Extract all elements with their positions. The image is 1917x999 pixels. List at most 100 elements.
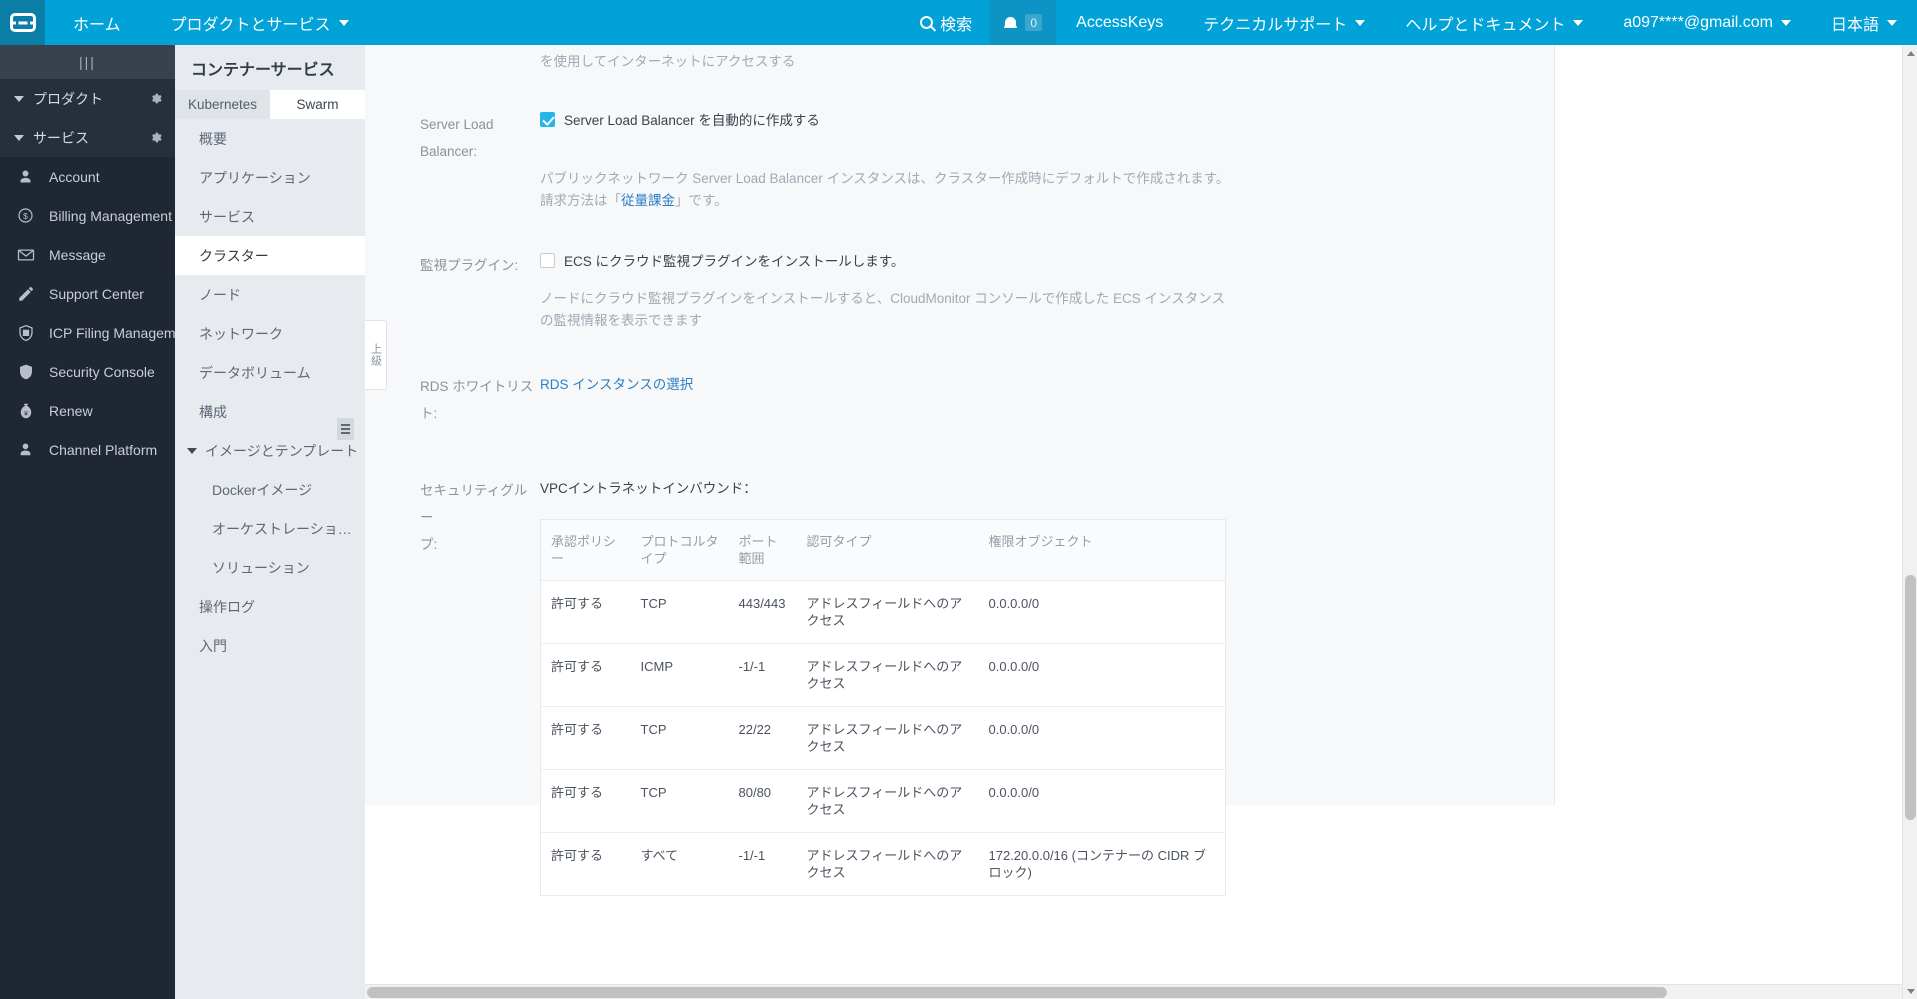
sidebar-item-icp-filing-management[interactable]: ICP Filing Managem… (0, 313, 175, 352)
subnav-item-networks[interactable]: ネットワーク (175, 314, 365, 353)
select-rds-instance-link[interactable]: RDS インスタンスの選択 (540, 371, 1554, 398)
sg-label-line1: セキュリティグルー (420, 483, 528, 525)
col-header-port-range: ポート範囲 (728, 519, 797, 581)
gear-icon[interactable] (149, 92, 162, 105)
monitor-help-text: ノードにクラウド監視プラグインをインストールすると、CloudMonitor コ… (540, 291, 1225, 328)
cell-protocol: TCP (630, 769, 729, 833)
chevron-down-icon (1887, 19, 1897, 26)
gear-icon[interactable] (149, 131, 162, 144)
slb-label: Server Load Balancer: (420, 109, 540, 212)
subnav-item-label: ネットワーク (199, 325, 283, 342)
chevron-down-icon (338, 19, 349, 26)
account-email-label: a097****@gmail.com (1623, 13, 1773, 31)
security-group-label: セキュリティグルー プ: (420, 475, 540, 896)
alibaba-cloud-logo[interactable] (0, 0, 45, 45)
subnav-collapse-toggle[interactable] (337, 418, 354, 440)
sidebar-item-support-center[interactable]: Support Center (0, 274, 175, 313)
sidebar-item-security-console[interactable]: Security Console (0, 352, 175, 391)
sidebar-item-message[interactable]: Message (0, 235, 175, 274)
shield-icon (16, 362, 35, 381)
nav-home[interactable]: ホーム (45, 0, 151, 45)
nav-technical-support-label: テクニカルサポート (1203, 16, 1348, 34)
table-header-row: 承認ポリシー プロトコルタイプ ポート範囲 認可タイプ 権限オブジェクト (540, 519, 1226, 581)
table-header: 承認ポリシー プロトコルタイプ ポート範囲 認可タイプ 権限オブジェクト (540, 519, 1226, 581)
main-content: を使用してインターネットにアクセスする Server Load Balancer… (365, 45, 1917, 999)
table-body: 許可する TCP 443/443 アドレスフィールドへのアクセス 0.0.0.0… (540, 580, 1226, 896)
nav-access-keys[interactable]: AccessKeys (1056, 0, 1183, 45)
install-cloud-monitor-checkbox[interactable] (540, 252, 555, 268)
sidebar-handle-label: ||| (79, 54, 96, 70)
sidebar-item-renew[interactable]: ¥ Renew (0, 391, 175, 430)
sidebar-group-services-label: サービス (33, 129, 89, 146)
nav-products-and-services[interactable]: プロダクトとサービス (151, 0, 369, 45)
table-row: 許可する TCP 443/443 アドレスフィールドへのアクセス 0.0.0.0… (540, 580, 1226, 644)
tab-swarm[interactable]: Swarm (270, 90, 365, 119)
cell-auth-object: 172.20.0.0/16 (コンテナーの CIDR ブロック) (988, 848, 1206, 880)
cell-auth-object: 0.0.0.0/0 (978, 706, 1226, 770)
subnav-item-getting-started[interactable]: 入門 (175, 626, 365, 665)
col-header-policy: 承認ポリシー (540, 519, 631, 581)
cell-auth-type: アドレスフィールドへのアクセス (796, 706, 979, 770)
subnav-item-label: アプリケーション (199, 169, 311, 186)
subnav-item-label: Dockerイメージ (212, 481, 313, 498)
horizontal-scrollbar[interactable] (365, 984, 1902, 999)
sidebar-item-label: Account (49, 168, 100, 185)
slb-help-text: パブリックネットワーク Server Load Balancer インスタンスは… (540, 168, 1230, 212)
pay-as-you-go-link[interactable]: 従量課金 (621, 193, 675, 208)
subnav-item-solutions[interactable]: ソリューション (175, 548, 365, 587)
shield-seal-icon (16, 323, 35, 342)
nav-account-menu[interactable]: a097****@gmail.com (1603, 0, 1811, 45)
nav-language-selector[interactable]: 日本語 (1811, 0, 1917, 45)
subnav-item-applications[interactable]: アプリケーション (175, 158, 365, 197)
subnav-item-nodes[interactable]: ノード (175, 275, 365, 314)
subnav-item-clusters[interactable]: クラスター (175, 236, 365, 275)
form-row-partial-top: を使用してインターネットにアクセスする (365, 45, 1554, 73)
sidebar-item-channel-platform[interactable]: Channel Platform (0, 430, 175, 469)
cell-auth-object: 0.0.0.0/0 (978, 769, 1226, 833)
subnav-item-label: サービス (199, 208, 255, 225)
cell-port-range: 443/443 (728, 580, 797, 644)
caret-down-icon (1906, 988, 1915, 994)
sidebar-item-account[interactable]: Account (0, 157, 175, 196)
form-row-server-load-balancer: Server Load Balancer: Server Load Balanc… (365, 73, 1554, 212)
form-row-monitoring-plugin: 監視プラグイン: ECS にクラウド監視プラグインをインストールします。 ノード… (365, 212, 1554, 332)
cell-port-range: 22/22 (728, 706, 797, 770)
subnav-item-services[interactable]: サービス (175, 197, 365, 236)
subnav-item-data-volumes[interactable]: データボリューム (175, 353, 365, 392)
slb-label-line2: Balancer: (420, 144, 478, 159)
sidebar-group-services[interactable]: サービス (0, 118, 175, 157)
cell-auth-object: 0.0.0.0/0 (978, 580, 1226, 644)
cell-port-range: 80/80 (728, 769, 797, 833)
svg-text:$: $ (23, 211, 28, 221)
notifications-button[interactable]: 0 (990, 0, 1057, 45)
nav-technical-support[interactable]: テクニカルサポート (1183, 0, 1385, 45)
nav-help-and-documents[interactable]: ヘルプとドキュメント (1385, 0, 1603, 45)
sidebar-item-billing-management[interactable]: $ Billing Management (0, 196, 175, 235)
vertical-scroll-thumb[interactable] (1905, 575, 1916, 820)
scroll-down-button[interactable] (1903, 983, 1917, 999)
sidebar-group-products[interactable]: プロダクト (0, 79, 175, 118)
sidebar-collapse-handle[interactable]: ||| (0, 45, 175, 79)
subnav-item-overview[interactable]: 概要 (175, 119, 365, 158)
slb-auto-create-checkbox[interactable] (540, 111, 555, 127)
search-button[interactable]: 検索 (902, 11, 990, 35)
vertical-scrollbar[interactable] (1902, 45, 1917, 999)
tab-kubernetes[interactable]: Kubernetes (175, 90, 270, 119)
monitor-checkbox-row: ECS にクラウド監視プラグインをインストールします。 (540, 250, 1554, 270)
slb-label-line1: Server Load (420, 117, 494, 132)
cell-policy: 許可する (540, 643, 631, 707)
monitor-checkbox-label: ECS にクラウド監視プラグインをインストールします。 (564, 254, 905, 269)
scroll-up-button[interactable] (1903, 45, 1917, 61)
cell-auth-type: アドレスフィールドへのアクセス (796, 580, 979, 644)
subnav-item-operation-logs[interactable]: 操作ログ (175, 587, 365, 626)
advanced-settings-tab[interactable]: 上級 (365, 320, 387, 390)
table-row: 許可する TCP 22/22 アドレスフィールドへのアクセス 0.0.0.0/0 (540, 706, 1226, 770)
horizontal-scroll-thumb[interactable] (367, 987, 1667, 998)
subnav-item-docker-images[interactable]: Dockerイメージ (175, 470, 365, 509)
slb-checkbox-label: Server Load Balancer を自動的に作成する (564, 113, 820, 128)
money-bag-icon: ¥ (16, 401, 35, 420)
subnav-item-orchestration[interactable]: オーケストレーショ… (175, 509, 365, 548)
notification-badge: 0 (1025, 14, 1043, 31)
chevron-down-icon (1355, 19, 1366, 26)
sidebar-item-label: Message (49, 246, 106, 263)
